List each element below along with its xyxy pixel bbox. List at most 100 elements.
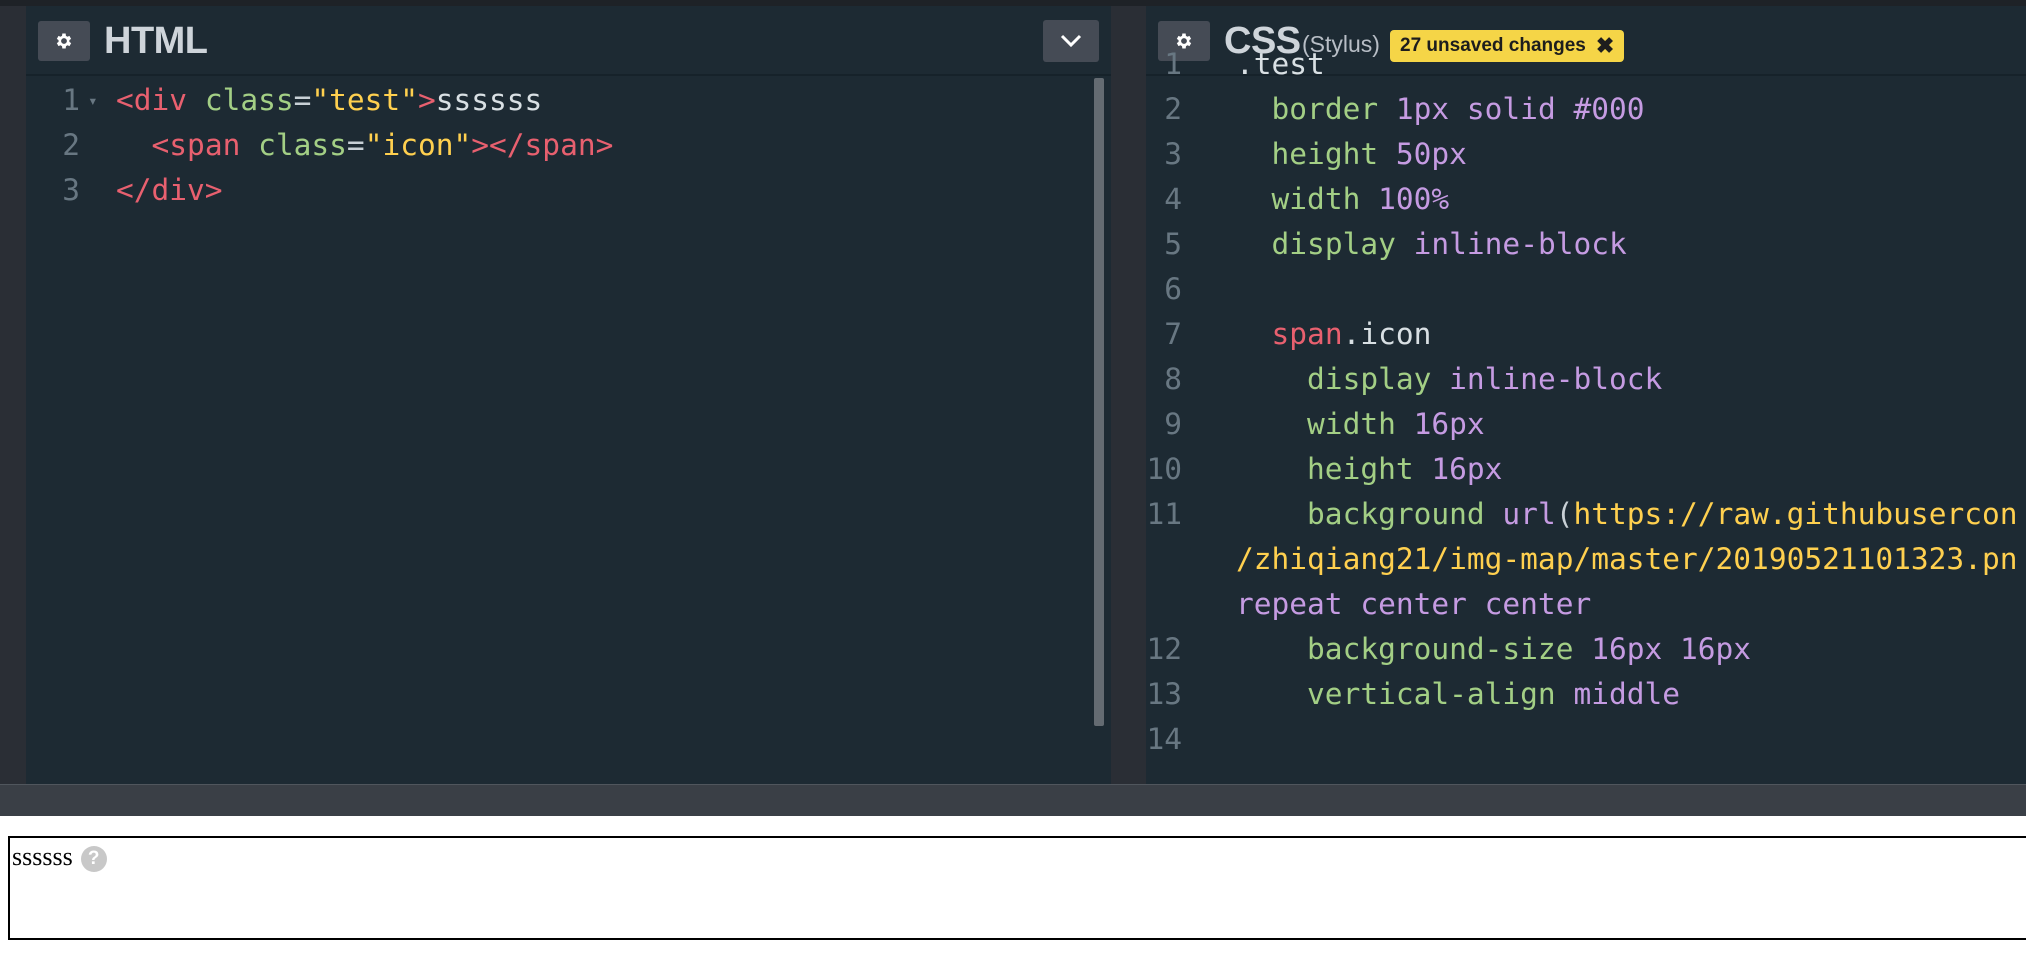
line-number: 8	[1164, 362, 1182, 396]
line-number: 12	[1146, 632, 1182, 666]
code-line: 2 border 1px solid #000	[1146, 87, 2026, 132]
code-token: class	[204, 83, 294, 117]
code-token: middle	[1573, 677, 1681, 711]
line-number: 2	[1164, 92, 1182, 126]
line-number: 13	[1146, 677, 1182, 711]
code-line: 14	[1146, 717, 2026, 762]
result-preview: ssssss?	[0, 816, 2026, 978]
html-pane-header: HTML	[26, 6, 1111, 76]
code-token: background	[1307, 497, 1503, 531]
css-code-editor[interactable]: 1 .test 2 border 1px solid #000 3 height 50…	[1146, 47, 2026, 784]
code-line: 11 background url(https://raw.githubuser…	[1146, 492, 2026, 537]
line-number: 1	[62, 83, 80, 117]
code-token: url	[1502, 497, 1556, 531]
code-text: border 1px solid #000	[1236, 87, 1645, 132]
code-token: <span	[151, 128, 259, 162]
code-token: display	[1307, 362, 1450, 396]
code-line: 4 width 100%	[1146, 177, 2026, 222]
code-token: height	[1271, 137, 1396, 171]
code-line: 12 background-size 16px 16px	[1146, 627, 2026, 672]
code-token: .icon	[1342, 317, 1432, 351]
code-token: /zhiqiang21/img-map/master/2019052110132…	[1236, 542, 2018, 576]
html-pane-collapse-button[interactable]	[1043, 20, 1099, 62]
line-number: 9	[1164, 407, 1182, 441]
html-code-editor[interactable]: 1 ▾ <div class="test">ssssss 2 <span class=…	[26, 78, 1111, 784]
gear-icon	[56, 33, 72, 49]
code-line: 5 display inline-block	[1146, 222, 2026, 267]
html-pane-title: HTML	[104, 20, 208, 62]
preview-resize-handle[interactable]	[0, 784, 2026, 816]
code-token: width	[1307, 407, 1414, 441]
code-token: "test"	[311, 83, 418, 117]
line-number: 10	[1146, 452, 1182, 486]
code-line: repeat center center	[1146, 582, 2026, 627]
fold-arrow-icon[interactable]: ▾	[88, 78, 98, 123]
css-editor-pane: CSS (Stylus) 27 unsaved changes ✖ 1 .test…	[1146, 6, 2026, 784]
code-text: width 100%	[1236, 177, 1450, 222]
line-number: 11	[1146, 497, 1182, 531]
code-text: /zhiqiang21/img-map/master/2019052110132…	[1236, 537, 2017, 582]
chevron-down-icon	[1060, 34, 1082, 48]
code-text: background-size 16px 16px	[1236, 627, 1751, 672]
line-number: 3	[1164, 137, 1182, 171]
line-number: 2	[62, 128, 80, 162]
code-line: 13 vertical-align middle	[1146, 672, 2026, 717]
code-text: width 16px	[1236, 402, 1485, 447]
code-token: background-size	[1307, 632, 1592, 666]
code-line: 1 ▾ <div class="test">ssssss	[26, 78, 1111, 123]
question-icon: ?	[80, 846, 107, 873]
code-token: repeat center center	[1236, 587, 1592, 621]
code-text: </div>	[116, 168, 223, 213]
code-line: 7 span.icon	[1146, 312, 2026, 357]
code-token: ></span>	[471, 128, 614, 162]
code-token: =	[346, 128, 365, 162]
editor-area: HTML 1 ▾ <div class="test">ssssss 2 <span c…	[0, 0, 2026, 784]
code-token: 16px	[1431, 452, 1503, 486]
html-scrollbar[interactable]	[1094, 78, 1104, 726]
code-text: background url(https://raw.githubusercon	[1236, 492, 2018, 537]
line-number: 3	[62, 173, 80, 207]
code-line: 2 <span class="icon"></span>	[26, 123, 1111, 168]
code-text: vertical-align middle	[1236, 672, 1680, 717]
code-token: ssssss	[435, 83, 543, 117]
code-token: span	[1271, 317, 1343, 351]
code-line: 6	[1146, 267, 2026, 312]
code-line: 9 width 16px	[1146, 402, 2026, 447]
line-number: 4	[1164, 182, 1182, 216]
line-number: 7	[1164, 317, 1182, 351]
code-line: 10 height 16px	[1146, 447, 2026, 492]
code-token: (	[1555, 497, 1574, 531]
code-token: display	[1271, 227, 1414, 261]
code-token: "icon"	[364, 128, 472, 162]
code-token: inline-block	[1413, 227, 1627, 261]
code-token: height	[1307, 452, 1432, 486]
html-settings-button[interactable]	[38, 21, 90, 61]
code-text: span.icon	[1236, 312, 1432, 357]
code-text: height 16px	[1236, 447, 1502, 492]
code-token: <div	[116, 83, 205, 117]
code-line: 3 </div>	[26, 168, 1111, 213]
line-number: 5	[1164, 227, 1182, 261]
code-token: =	[293, 83, 312, 117]
code-token: .test	[1236, 47, 1325, 81]
code-token: 16px	[1413, 407, 1485, 441]
code-token: </div>	[116, 173, 223, 207]
code-token: 16px 16px	[1591, 632, 1752, 666]
code-token: https://raw.githubusercon	[1573, 497, 2018, 531]
code-line: /zhiqiang21/img-map/master/2019052110132…	[1146, 537, 2026, 582]
code-line: 1 .test	[1146, 42, 2026, 87]
code-token: vertical-align	[1307, 677, 1574, 711]
line-number: 6	[1164, 272, 1182, 306]
code-token: 100%	[1378, 182, 1450, 216]
